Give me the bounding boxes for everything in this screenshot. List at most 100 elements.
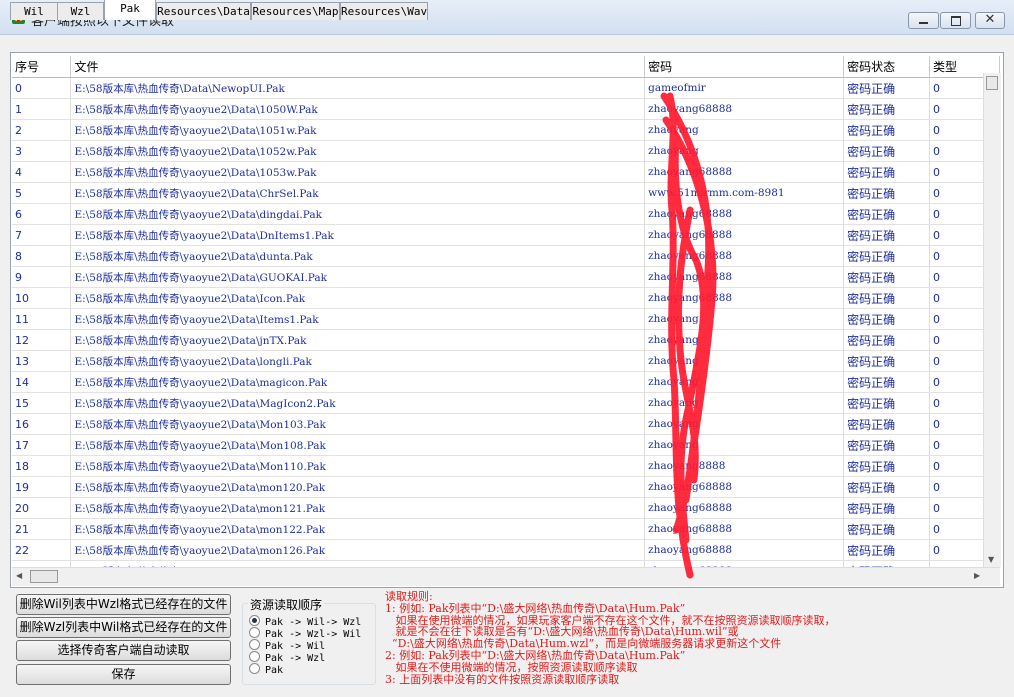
column-header-index[interactable]: 序号 bbox=[12, 56, 72, 78]
radio-button[interactable] bbox=[249, 639, 260, 650]
table-row[interactable]: 7 E:\58版本库\热血传奇\yaoyue2\Data\DnItems1.Pak… bbox=[12, 224, 1000, 246]
cell-status: 密码正确 bbox=[843, 434, 931, 456]
tab-wzl[interactable]: Wzl bbox=[57, 2, 104, 20]
cell-password: zhaoyang68888 bbox=[644, 203, 845, 225]
table-row[interactable]: 20 E:\58版本库\热血传奇\yaoyue2\Data\mon121.Pak z… bbox=[12, 497, 1000, 519]
cell-index: 16 bbox=[12, 413, 72, 435]
cell-status: 密码正确 bbox=[843, 224, 931, 246]
column-header-file[interactable]: 文件 bbox=[70, 56, 646, 78]
cell-index: 17 bbox=[12, 434, 72, 456]
scroll-right-icon[interactable]: ▶ bbox=[974, 571, 980, 580]
cell-index: 14 bbox=[12, 371, 72, 393]
scrollbar-thumb[interactable] bbox=[986, 76, 998, 90]
table-row[interactable]: 18 E:\58版本库\热血传奇\yaoyue2\Data\Mon110.Pak z… bbox=[12, 455, 1000, 477]
table-row[interactable]: 2 E:\58版本库\热血传奇\yaoyue2\Data\1051w.Pak zha… bbox=[12, 119, 1000, 141]
choose-client-button[interactable]: 选择传奇客户端自动读取 bbox=[16, 640, 231, 661]
rule-line: 如果在不使用微端的情况，按照资源读取顺序读取 bbox=[385, 660, 638, 674]
resource-order-option[interactable]: Pak -> Wil bbox=[249, 639, 325, 652]
cell-password: zhaoyang bbox=[644, 371, 845, 393]
maximize-button[interactable] bbox=[940, 12, 971, 29]
file-table[interactable]: 序号 文件 密码 密码状态 类型 0 E:\58版本库\热血传奇\Data\New… bbox=[12, 56, 1000, 567]
tab-resources-wav[interactable]: Resources\Wav bbox=[340, 2, 428, 20]
table-row[interactable]: 3 E:\58版本库\热血传奇\yaoyue2\Data\1052w.Pak zha… bbox=[12, 140, 1000, 162]
rule-line: 2: 例如: Pak列表中“D:\盛大网络\热血传奇\Data\Hum.Pak” bbox=[385, 648, 686, 662]
cell-status: 密码正确 bbox=[843, 497, 931, 519]
cell-index: 9 bbox=[12, 266, 72, 288]
read-rules-text: 读取规则: 1: 例如: Pak列表中“D:\盛大网络\热血传奇\Data\Hum… bbox=[385, 591, 836, 685]
cell-index: 6 bbox=[12, 203, 72, 225]
table-row[interactable]: 14 E:\58版本库\热血传奇\yaoyue2\Data\magicon.Pak… bbox=[12, 371, 1000, 393]
cell-password: zhaoyang68888 bbox=[644, 266, 845, 288]
table-row[interactable]: 15 E:\58版本库\热血传奇\yaoyue2\Data\MagIcon2.Pa… bbox=[12, 392, 1000, 414]
table-row[interactable]: 17 E:\58版本库\热血传奇\yaoyue2\Data\Mon108.Pak z… bbox=[12, 434, 1000, 456]
cell-password: www.51mirmm.com-8981 bbox=[644, 182, 845, 204]
tab-wil[interactable]: Wil bbox=[10, 2, 58, 20]
table-row[interactable]: 4 E:\58版本库\热血传奇\yaoyue2\Data\1053w.Pak zha… bbox=[12, 161, 1000, 183]
table-row[interactable]: 8 E:\58版本库\热血传奇\yaoyue2\Data\dunta.Pak zha… bbox=[12, 245, 1000, 267]
horizontal-scrollbar[interactable]: ◀ ▶ bbox=[12, 567, 1000, 586]
cell-file: E:\58版本库\热血传奇\yaoyue2\Data\mon122.Pak bbox=[70, 518, 646, 540]
cell-status: 密码正确 bbox=[843, 77, 931, 99]
cell-file: E:\58版本库\热血传奇\yaoyue2\Data\MagIcon2.Pak bbox=[70, 392, 646, 414]
cell-file: E:\58版本库\热血传奇\yaoyue2\Data\jnTX.Pak bbox=[70, 329, 646, 351]
table-row[interactable]: 6 E:\58版本库\热血传奇\yaoyue2\Data\dingdai.Pak z… bbox=[12, 203, 1000, 225]
cell-file: E:\58版本库\热血传奇\yaoyue2\Data\DnItems1.Pak bbox=[70, 224, 646, 246]
radio-button[interactable] bbox=[249, 651, 260, 662]
radio-button[interactable] bbox=[249, 627, 260, 638]
scrollbar-thumb-horizontal[interactable] bbox=[30, 570, 58, 583]
cell-status: 密码正确 bbox=[843, 203, 931, 225]
resource-order-option[interactable]: Pak -> Wzl bbox=[249, 651, 325, 664]
cell-password: zhaoyang68888 bbox=[644, 497, 845, 519]
close-button[interactable]: ✕ bbox=[975, 12, 1005, 29]
tab-resources-data[interactable]: Resources\Data bbox=[156, 2, 251, 20]
save-button[interactable]: 保存 bbox=[16, 664, 231, 685]
delete-wil-duplicates-button[interactable]: 删除Wil列表中Wzl格式已经存在的文件 bbox=[16, 594, 231, 615]
column-header-password[interactable]: 密码 bbox=[644, 56, 845, 78]
table-row[interactable]: 22 E:\58版本库\热血传奇\yaoyue2\Data\mon126.Pak z… bbox=[12, 539, 1000, 561]
cell-file: E:\58版本库\热血传奇\yaoyue2\Data\dunta.Pak bbox=[70, 245, 646, 267]
cell-password: zhaoyang68888 bbox=[644, 476, 845, 498]
table-row[interactable]: 5 E:\58版本库\热血传奇\yaoyue2\Data\ChrSel.Pak ww… bbox=[12, 182, 1000, 204]
cell-file: E:\58版本库\热血传奇\yaoyue2\Data\1052w.Pak bbox=[70, 140, 646, 162]
cell-index: 2 bbox=[12, 119, 72, 141]
table-row[interactable]: 0 E:\58版本库\热血传奇\Data\NewopUI.Pak gameofmir… bbox=[12, 77, 1000, 99]
cell-password: zhaoyang68888 bbox=[644, 518, 845, 540]
table-row[interactable]: 11 E:\58版本库\热血传奇\yaoyue2\Data\Items1.Pak z… bbox=[12, 308, 1000, 330]
cell-file: E:\58版本库\热血传奇\yaoyue2\Data\Mon103.Pak bbox=[70, 413, 646, 435]
vertical-scrollbar[interactable]: ▼ bbox=[983, 73, 1001, 567]
resource-order-option[interactable]: Pak -> Wzl-> Wil bbox=[249, 627, 361, 640]
tab-pak[interactable]: Pak bbox=[104, 0, 156, 20]
cell-index: 4 bbox=[12, 161, 72, 183]
delete-wzl-duplicates-button[interactable]: 删除Wzl列表中Wil格式已经存在的文件 bbox=[16, 617, 231, 638]
resource-order-option[interactable]: Pak -> Wil-> Wzl bbox=[249, 615, 361, 628]
radio-button[interactable] bbox=[249, 615, 260, 626]
rule-line: 3: 上面列表中没有的文件按照资源读取顺序读取 bbox=[385, 672, 620, 686]
cell-index: 19 bbox=[12, 476, 72, 498]
tab-resources-map[interactable]: Resources\Map bbox=[251, 2, 340, 20]
minimize-button[interactable] bbox=[908, 12, 939, 29]
cell-status: 密码正确 bbox=[843, 413, 931, 435]
table-row[interactable]: 12 E:\58版本库\热血传奇\yaoyue2\Data\jnTX.Pak zha… bbox=[12, 329, 1000, 351]
table-header: 序号 文件 密码 密码状态 类型 bbox=[12, 56, 1000, 78]
cell-password: zhaoyang68888 bbox=[644, 98, 845, 120]
table-row[interactable]: 1 E:\58版本库\热血传奇\yaoyue2\Data\1050W.Pak zha… bbox=[12, 98, 1000, 120]
table-row[interactable]: 21 E:\58版本库\热血传奇\yaoyue2\Data\mon122.Pak z… bbox=[12, 518, 1000, 540]
cell-status: 密码正确 bbox=[843, 308, 931, 330]
cell-password: zhaoyang bbox=[644, 119, 845, 141]
table-row[interactable]: 19 E:\58版本库\热血传奇\yaoyue2\Data\mon120.Pak z… bbox=[12, 476, 1000, 498]
radio-button[interactable] bbox=[249, 663, 260, 674]
cell-password: zhaoyang bbox=[644, 434, 845, 456]
table-row[interactable]: 13 E:\58版本库\热血传奇\yaoyue2\Data\longli.Pak z… bbox=[12, 350, 1000, 372]
table-row[interactable]: 10 E:\58版本库\热血传奇\yaoyue2\Data\Icon.Pak zha… bbox=[12, 287, 1000, 309]
table-row[interactable]: 9 E:\58版本库\热血传奇\yaoyue2\Data\GUOKAI.Pak zh… bbox=[12, 266, 1000, 288]
cell-file: E:\58版本库\热血传奇\yaoyue2\Data\Icon.Pak bbox=[70, 287, 646, 309]
table-row[interactable]: 16 E:\58版本库\热血传奇\yaoyue2\Data\Mon103.Pak z… bbox=[12, 413, 1000, 435]
column-header-status[interactable]: 密码状态 bbox=[843, 56, 931, 78]
resource-order-option[interactable]: Pak bbox=[249, 663, 283, 676]
cell-password: zhaoyang bbox=[644, 308, 845, 330]
scroll-left-icon[interactable]: ◀ bbox=[16, 571, 22, 580]
cell-password: zhaoyang68888 bbox=[644, 539, 845, 561]
cell-status: 密码正确 bbox=[843, 371, 931, 393]
scroll-down-icon[interactable]: ▼ bbox=[988, 555, 994, 564]
cell-password: zhaoyang bbox=[644, 350, 845, 372]
